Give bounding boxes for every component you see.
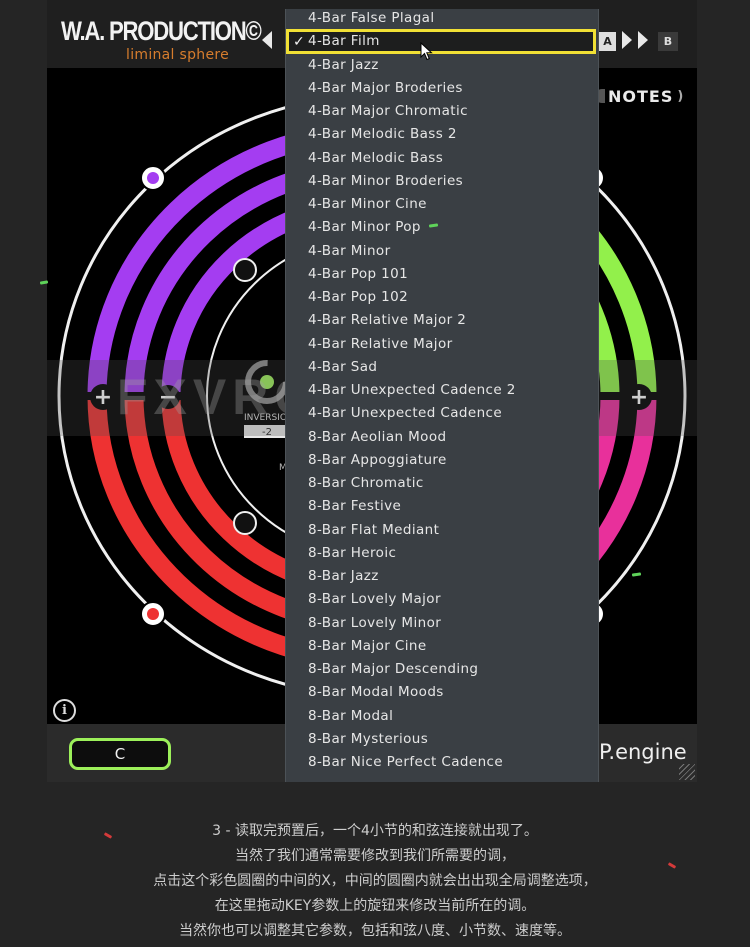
dropdown-item[interactable]: 4-Bar False Plagal	[308, 9, 435, 30]
checkmark-icon: ✓	[293, 34, 305, 50]
preset-dropdown-menu[interactable]: ✓ 4-Bar False Plagal 4-Bar Film 4-Bar Jazz…	[285, 9, 599, 782]
dropdown-item[interactable]: 8-Bar Modal Moods	[308, 681, 444, 704]
dropdown-item[interactable]: 8-Bar Festive	[308, 495, 401, 518]
dropdown-item[interactable]: 4-Bar Major Chromatic	[308, 100, 468, 123]
dropdown-item[interactable]: 8-Bar Chromatic	[308, 472, 424, 495]
dropdown-item[interactable]: 4-Bar Minor Pop	[308, 216, 421, 239]
inner-node-bottom[interactable]	[233, 511, 257, 535]
notes-toggle[interactable]: NOTES )	[595, 86, 684, 106]
caption-line: 3 - 读取完预置后，一个4小节的和弦连接就出现了。	[212, 823, 538, 839]
info-icon[interactable]: i	[53, 699, 76, 722]
dropdown-item[interactable]: 8-Bar Flat Mediant	[308, 519, 439, 542]
sound-wave-icon: )	[677, 88, 685, 104]
dropdown-item[interactable]: 8-Bar Modal	[308, 705, 393, 728]
dropdown-item[interactable]: 4-Bar Minor	[308, 240, 391, 263]
dropdown-item[interactable]: 8-Bar Appoggiature	[308, 449, 447, 472]
dropdown-item[interactable]: 8-Bar Jazz	[308, 565, 379, 588]
dropdown-item[interactable]: 8-Bar Major Cine	[308, 635, 427, 658]
caption-line: 点击这个彩色圆圈的中间的X，中间的圆圈内就会出出现全局调整选项，	[153, 873, 597, 889]
dropdown-item[interactable]: 4-Bar Melodic Bass	[308, 147, 443, 170]
caption-line: 当然了我们通常需要修改到我们所需要的调，	[235, 848, 515, 864]
dropdown-item[interactable]: 8-Bar Lovely Major	[308, 588, 441, 611]
dropdown-item[interactable]: 4-Bar Relative Major	[308, 333, 453, 356]
dropdown-item[interactable]: 8-Bar Aeolian Mood	[308, 426, 446, 449]
dropdown-item[interactable]: 4-Bar Minor Cine	[308, 193, 427, 216]
dropdown-item[interactable]: 4-Bar Pop 102	[308, 286, 408, 309]
dropdown-item[interactable]: 4-Bar Relative Major 2	[308, 309, 466, 332]
dropdown-item[interactable]: 4-Bar Melodic Bass 2	[308, 123, 457, 146]
caption-line: 当然你也可以调整其它参数，包括和弦八度、小节数、速度等。	[179, 923, 571, 939]
inner-node-top[interactable]	[233, 258, 257, 282]
engine-label: P.engine	[599, 740, 687, 764]
dropdown-item[interactable]: 8-Bar Major Descending	[308, 658, 478, 681]
dropdown-item-selected[interactable]: 4-Bar Film	[308, 30, 380, 53]
dropdown-item[interactable]: 4-Bar Sad	[308, 356, 377, 379]
dropdown-item[interactable]: 4-Bar Unexpected Cadence 2	[308, 379, 516, 402]
dropdown-item[interactable]: 4-Bar Jazz	[308, 54, 379, 77]
caption-line: 在这里拖动KEY参数上的旋钮来修改当前所在的调。	[214, 898, 536, 914]
dropdown-item[interactable]: 4-Bar Minor Broderies	[308, 170, 463, 193]
dropdown-item[interactable]: 4-Bar Pop 101	[308, 263, 408, 286]
dropdown-item[interactable]: 8-Bar Lovely Minor	[308, 612, 441, 635]
key-field[interactable]: C	[69, 738, 171, 770]
dropdown-item[interactable]: 8-Bar Heroic	[308, 542, 396, 565]
mouse-cursor-icon	[420, 42, 433, 61]
dropdown-item[interactable]: 8-Bar Nice Perfect Cadence	[308, 751, 503, 774]
notes-label: NOTES	[608, 86, 674, 106]
dropdown-item[interactable]: 8-Bar Mysterious	[308, 728, 428, 751]
resize-grip-icon[interactable]	[679, 764, 695, 780]
dropdown-item[interactable]: 4-Bar Unexpected Cadence	[308, 402, 502, 425]
dropdown-item[interactable]: 4-Bar Major Broderies	[308, 77, 463, 100]
